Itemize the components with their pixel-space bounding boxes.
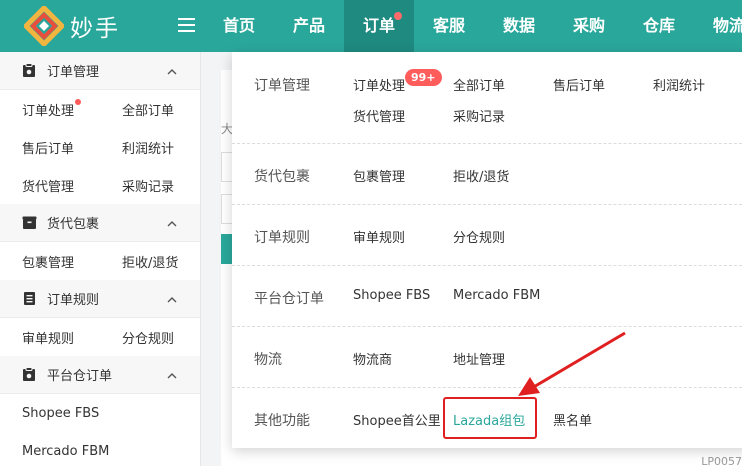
sidebar-row: 货代管理 采购记录: [0, 166, 200, 204]
sidebar: 订单管理 订单处理 全部订单 售后订单 利润统计 货代管理 采购记录 货代包裹 …: [0, 52, 201, 466]
nav-warehouse[interactable]: 仓库: [624, 0, 694, 52]
hamburger-icon[interactable]: [178, 18, 195, 32]
sidebar-group-forwarder-packages[interactable]: 货代包裹: [0, 204, 200, 242]
menu-category: 订单规则: [254, 230, 310, 246]
main-nav: 首页 产品 订单 客服 数据 采购 仓库 物流: [204, 0, 742, 52]
notification-dot: [75, 98, 82, 105]
sidebar-group-label: 订单规则: [47, 293, 100, 308]
menu-item-carriers[interactable]: 物流商: [353, 349, 392, 368]
menu-row-logistics: 物流 物流商 地址管理: [232, 327, 742, 388]
sidebar-item-order-processing[interactable]: 订单处理: [22, 98, 122, 119]
sidebar-row: Shopee FBS: [0, 394, 200, 432]
nav-purchase[interactable]: 采购: [554, 0, 624, 52]
sidebar-row: 包裹管理 拒收/退货: [0, 242, 200, 280]
sidebar-item-after-sales[interactable]: 售后订单: [22, 138, 122, 157]
sidebar-row: 订单处理 全部订单: [0, 90, 200, 128]
menu-item-profit-stats[interactable]: 利润统计: [653, 75, 705, 94]
menu-category: 订单管理: [254, 78, 310, 94]
sidebar-group-label: 平台仓订单: [47, 369, 113, 384]
menu-item-review-rules[interactable]: 审单规则: [353, 227, 405, 246]
orders-dropdown-menu: 订单管理 订单处理 99+ 全部订单 售后订单 利润统计 货代管理 采购记录 货…: [232, 52, 742, 448]
menu-category: 货代包裹: [254, 169, 310, 185]
sidebar-item-forwarder-management[interactable]: 货代管理: [22, 176, 122, 195]
sidebar-item-mercado-fbm[interactable]: Mercado FBM: [22, 444, 109, 459]
chevron-up-icon: [167, 220, 177, 226]
menu-category: 其他功能: [254, 413, 310, 429]
menu-item-address-management[interactable]: 地址管理: [453, 349, 505, 368]
notification-dot: [394, 12, 402, 20]
sidebar-group-label: 货代包裹: [47, 217, 100, 232]
brand-logo[interactable]: 妙手: [24, 6, 120, 46]
sidebar-item-profit-stats[interactable]: 利润统计: [122, 138, 197, 157]
menu-item-mercado-fbm[interactable]: Mercado FBM: [453, 288, 540, 303]
clipboard-gear-icon: [23, 63, 35, 77]
sidebar-group-label: 订单管理: [47, 65, 100, 80]
menu-item-package-management[interactable]: 包裹管理: [353, 166, 405, 185]
menu-row-platform-warehouse-orders: 平台仓订单 Shopee FBS Mercado FBM: [232, 266, 742, 327]
menu-item-after-sales[interactable]: 售后订单: [553, 75, 605, 94]
menu-item-forwarder-management[interactable]: 货代管理: [353, 106, 405, 125]
nav-service[interactable]: 客服: [414, 0, 484, 52]
clipboard-gear-icon: [23, 367, 35, 381]
document-icon: [24, 292, 35, 305]
sidebar-item-review-rules[interactable]: 审单规则: [22, 328, 122, 347]
highlight-box: [443, 397, 537, 439]
sidebar-row: 审单规则 分仓规则: [0, 318, 200, 356]
nav-data[interactable]: 数据: [484, 0, 554, 52]
sidebar-row: Mercado FBM: [0, 432, 200, 466]
sidebar-row: 售后订单 利润统计: [0, 128, 200, 166]
menu-item-rejection-return[interactable]: 拒收/退货: [453, 166, 509, 185]
sidebar-group-order-rules[interactable]: 订单规则: [0, 280, 200, 318]
badge-count: 99+: [405, 69, 442, 86]
order-number-fragment: LP0057: [701, 455, 742, 466]
sidebar-group-order-management[interactable]: 订单管理: [0, 52, 200, 90]
diamond-logo-icon: [24, 6, 64, 46]
sidebar-item-warehouse-rules[interactable]: 分仓规则: [122, 328, 197, 347]
sidebar-item-shopee-fbs[interactable]: Shopee FBS: [22, 406, 99, 421]
sidebar-item-rejection-return[interactable]: 拒收/退货: [122, 252, 197, 271]
nav-orders[interactable]: 订单: [344, 0, 414, 52]
nav-logistics[interactable]: 物流: [694, 0, 742, 52]
chevron-up-icon: [167, 296, 177, 302]
menu-row-order-management: 订单管理 订单处理 99+ 全部订单 售后订单 利润统计 货代管理 采购记录: [232, 52, 742, 144]
menu-category: 平台仓订单: [254, 291, 324, 307]
chevron-up-icon: [167, 68, 177, 74]
menu-item-shopee-first-mile[interactable]: Shopee首公里: [353, 410, 441, 429]
menu-item-blacklist[interactable]: 黑名单: [553, 410, 592, 429]
menu-item-purchase-records[interactable]: 采购记录: [453, 106, 505, 125]
menu-item-order-processing[interactable]: 订单处理: [353, 75, 405, 94]
menu-row-forwarder-packages: 货代包裹 包裹管理 拒收/退货: [232, 144, 742, 205]
menu-item-warehouse-rules[interactable]: 分仓规则: [453, 227, 505, 246]
sidebar-item-purchase-records[interactable]: 采购记录: [122, 176, 197, 195]
sidebar-item-package-management[interactable]: 包裹管理: [22, 252, 122, 271]
nav-products[interactable]: 产品: [274, 0, 344, 52]
menu-item-all-orders[interactable]: 全部订单: [453, 75, 505, 94]
nav-home[interactable]: 首页: [204, 0, 274, 52]
package-icon: [22, 216, 37, 229]
top-nav-bar: 妙手 首页 产品 订单 客服 数据 采购 仓库 物流: [0, 0, 742, 52]
brand-name: 妙手: [70, 16, 120, 42]
sidebar-item-all-orders[interactable]: 全部订单: [122, 100, 197, 119]
chevron-up-icon: [167, 372, 177, 378]
sidebar-group-platform-warehouse-orders[interactable]: 平台仓订单: [0, 356, 200, 394]
menu-category: 物流: [254, 352, 282, 368]
menu-row-order-rules: 订单规则 审单规则 分仓规则: [232, 205, 742, 266]
menu-item-shopee-fbs[interactable]: Shopee FBS: [353, 288, 430, 303]
